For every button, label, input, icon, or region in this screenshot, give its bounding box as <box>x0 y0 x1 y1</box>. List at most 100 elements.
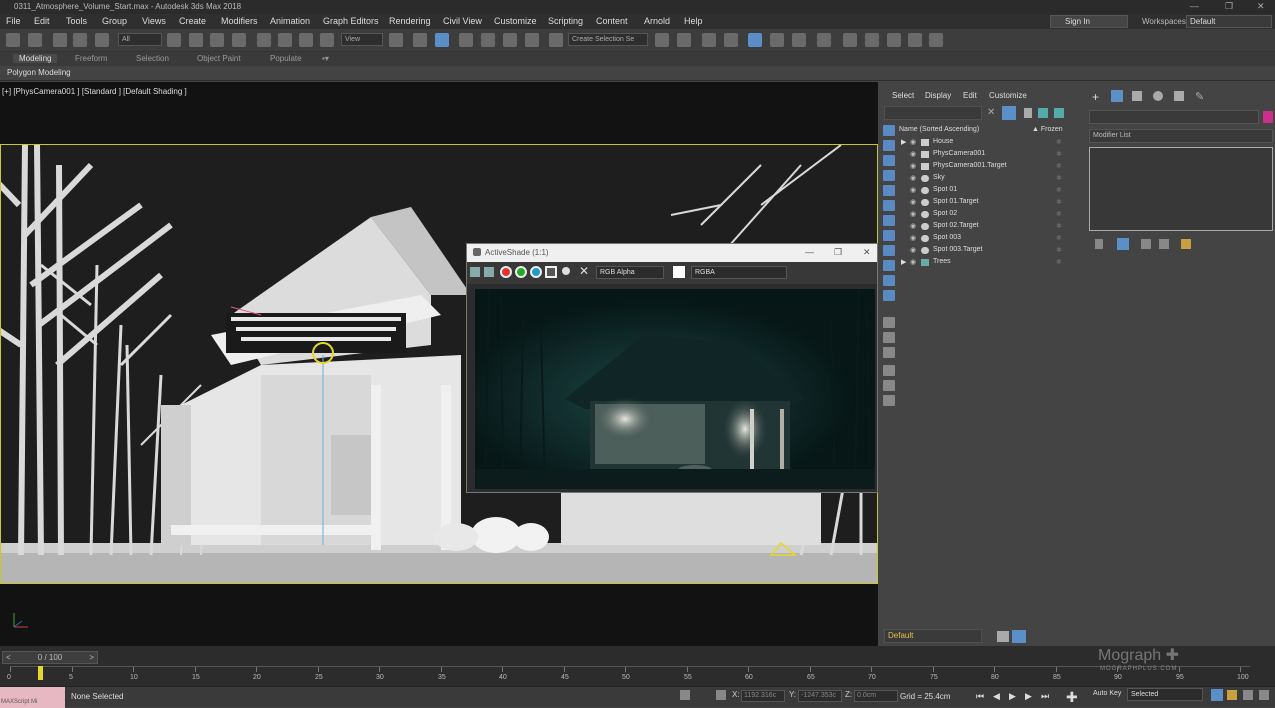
column-name-header[interactable]: Name (Sorted Ascending) <box>899 126 979 133</box>
blue-channel-icon[interactable] <box>530 266 542 278</box>
scene-item-physcamera[interactable]: ◉ PhysCamera001 ✱ <box>898 149 1084 161</box>
menu-civil-view[interactable]: Civil View <box>443 16 482 26</box>
clear-icon[interactable]: ✕ <box>579 264 589 278</box>
visibility-icon[interactable]: ◉ <box>910 138 916 146</box>
visibility-icon[interactable]: ◉ <box>910 222 916 230</box>
se-menu-customize[interactable]: Customize <box>989 91 1027 100</box>
go-to-start-icon[interactable]: ⏮ <box>976 691 984 702</box>
named-selection-dropdown[interactable]: Create Selection Se <box>568 33 648 46</box>
cameras-filter-icon[interactable] <box>883 185 895 196</box>
se-menu-select[interactable]: Select <box>892 91 914 100</box>
menu-rendering[interactable]: Rendering <box>389 16 431 26</box>
menu-arnold[interactable]: Arnold <box>644 16 670 26</box>
make-unique-icon[interactable] <box>1141 239 1151 249</box>
menu-help[interactable]: Help <box>684 16 703 26</box>
visibility-icon[interactable]: ◉ <box>910 150 916 158</box>
render-production-icon[interactable] <box>887 33 901 47</box>
lock-icon[interactable] <box>1024 108 1032 118</box>
align-icon[interactable] <box>677 33 691 47</box>
layer-sort-icon[interactable] <box>1054 108 1064 118</box>
x-coordinate-field[interactable]: 1192.316c <box>741 690 785 702</box>
expand-icon[interactable]: ▶ <box>901 258 906 266</box>
activeshade-close-button[interactable]: ✕ <box>863 247 871 258</box>
color-swatch[interactable] <box>673 266 685 278</box>
filter-icon[interactable] <box>1002 106 1016 120</box>
pivot-center-icon[interactable] <box>389 33 403 47</box>
viewport-label[interactable]: [+] [PhysCamera001 ] [Standard ] [Defaul… <box>2 87 187 96</box>
polygon-modeling-panel[interactable]: Polygon Modeling <box>7 68 71 77</box>
scene-explorer-search-input[interactable] <box>884 106 982 120</box>
object-color-swatch[interactable] <box>1263 111 1273 123</box>
rendered-frame-window-icon[interactable] <box>865 33 879 47</box>
tab-populate[interactable]: Populate <box>270 54 302 63</box>
next-frame-button-icon[interactable]: ▶ <box>1025 691 1032 702</box>
shapes-filter-icon[interactable] <box>883 155 895 166</box>
percent-snap-icon[interactable] <box>503 33 517 47</box>
selection-set-dropdown[interactable]: Selected <box>1127 688 1203 701</box>
frozen-icon[interactable]: ✱ <box>1056 150 1062 158</box>
red-channel-icon[interactable] <box>500 266 512 278</box>
frozen-icon[interactable]: ✱ <box>1056 138 1062 146</box>
current-layer-dropdown[interactable]: Default <box>884 629 982 643</box>
motion-tab-icon[interactable] <box>1153 91 1163 101</box>
activeshade-window[interactable]: ActiveShade (1:1) — ❐ ✕ ✕ RGB Alpha RGBA <box>466 243 878 493</box>
prev-frame-icon[interactable]: < <box>6 652 11 663</box>
hierarchy-icon[interactable] <box>1038 108 1048 118</box>
sign-in-dropdown[interactable]: Sign In <box>1050 15 1128 28</box>
select-object-icon[interactable] <box>167 33 181 47</box>
expand-icon[interactable]: ▶ <box>901 138 906 146</box>
menu-tools[interactable]: Tools <box>66 16 87 26</box>
scene-item-house[interactable]: ▶ ◉ House ✱ <box>898 137 1084 149</box>
geometry-filter-icon[interactable] <box>883 140 895 151</box>
frozen-filter-icon[interactable] <box>883 290 895 301</box>
containers-filter-icon[interactable] <box>883 275 895 286</box>
save-image-icon[interactable] <box>470 267 480 277</box>
menu-group[interactable]: Group <box>102 16 127 26</box>
activeshade-render-image[interactable] <box>475 289 875 489</box>
visibility-icon[interactable]: ◉ <box>910 246 916 254</box>
undo-icon[interactable] <box>6 33 20 47</box>
scene-item-spot003-target[interactable]: ◉ Spot 003.Target ✱ <box>898 245 1084 257</box>
hierarchy-tab-icon[interactable] <box>1132 91 1142 101</box>
menu-customize[interactable]: Customize <box>494 16 537 26</box>
frozen-icon[interactable]: ✱ <box>1056 210 1062 218</box>
visibility-icon[interactable]: ◉ <box>910 210 916 218</box>
select-manipulate-icon[interactable] <box>413 33 427 47</box>
xrefs-filter-icon[interactable] <box>883 245 895 256</box>
modify-tab-icon[interactable] <box>1111 90 1123 102</box>
remove-modifier-icon[interactable] <box>1159 239 1169 249</box>
scene-item-trees[interactable]: ▶ ◉ Trees ✱ <box>898 257 1084 269</box>
isolate-selection-icon[interactable] <box>680 690 690 700</box>
restore-button[interactable]: ❐ <box>1225 1 1233 12</box>
next-frame-icon[interactable]: > <box>89 652 94 663</box>
toggle-layer-explorer-icon[interactable] <box>724 33 738 47</box>
time-ruler[interactable]: 0 5 10 15 20 25 30 35 40 45 50 55 60 65 70 75 80 85 90 95 10… <box>7 666 1250 686</box>
menu-edit[interactable]: Edit <box>34 16 50 26</box>
select-none-icon[interactable] <box>883 332 895 343</box>
render-setup-icon[interactable] <box>843 33 857 47</box>
modifier-stack[interactable] <box>1089 147 1273 231</box>
spinner-snap-icon[interactable] <box>525 33 539 47</box>
modifier-list-dropdown[interactable]: Modifier List <box>1089 129 1273 143</box>
object-name-input[interactable] <box>1089 110 1259 124</box>
sync-selection-icon[interactable] <box>883 365 895 376</box>
configure-modifier-sets-icon[interactable] <box>1181 239 1191 249</box>
previous-frame-icon[interactable]: ◀ <box>993 691 1000 702</box>
visibility-icon[interactable]: ◉ <box>910 186 916 194</box>
mirror-icon[interactable] <box>655 33 669 47</box>
scene-item-spot01[interactable]: ◉ Spot 01 ✱ <box>898 185 1084 197</box>
curve-editor-icon[interactable] <box>770 33 784 47</box>
alpha-channel-icon[interactable] <box>545 266 557 278</box>
zoom-extents-icon[interactable] <box>1211 689 1223 701</box>
frozen-icon[interactable]: ✱ <box>1056 186 1062 194</box>
visibility-icon[interactable]: ◉ <box>910 258 916 266</box>
frozen-icon[interactable]: ✱ <box>1056 234 1062 242</box>
visibility-icon[interactable]: ◉ <box>910 234 916 242</box>
activeshade-maximize-button[interactable]: ❐ <box>834 247 842 258</box>
show-end-result-icon[interactable] <box>1117 238 1129 250</box>
scene-item-spot01-target[interactable]: ◉ Spot 01.Target ✱ <box>898 197 1084 209</box>
auto-key-button[interactable]: Auto Key <box>1093 690 1121 697</box>
scale-icon[interactable] <box>299 33 313 47</box>
placement-icon[interactable] <box>320 33 334 47</box>
menu-animation[interactable]: Animation <box>270 16 310 26</box>
